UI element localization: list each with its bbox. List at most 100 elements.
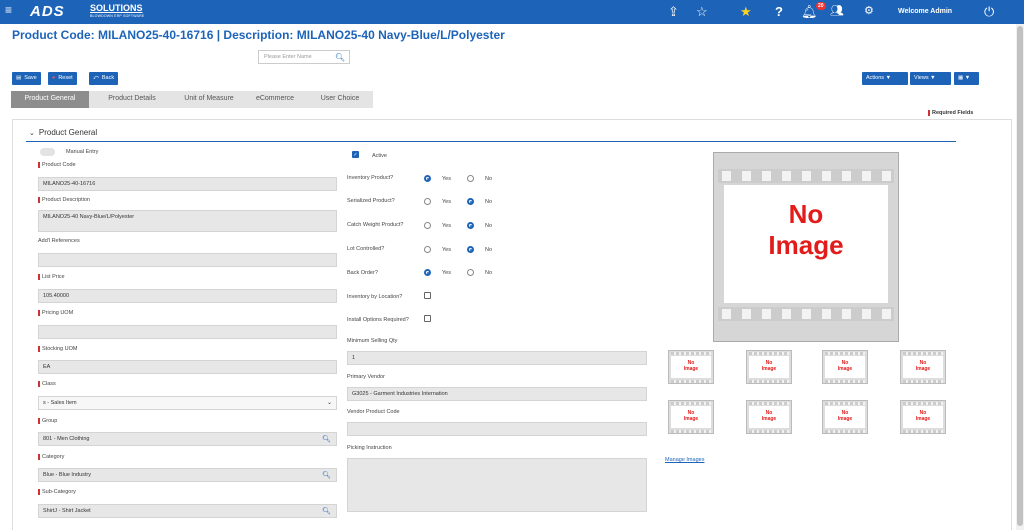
serialized-product-no-radio[interactable] — [467, 198, 474, 205]
back-order-yes-radio[interactable] — [424, 269, 431, 276]
lot-controlled-no-radio[interactable] — [467, 246, 474, 253]
category-field[interactable]: Blue - Blue Industry 🔍︎ — [38, 468, 337, 482]
caret-down-icon: ▼ — [885, 75, 892, 81]
no-image-line2: Image — [837, 366, 853, 372]
primary-vendor-field[interactable]: G3025 - Garment Industries Internation — [347, 387, 647, 401]
minimum-selling-qty-field[interactable]: 1 — [347, 351, 647, 365]
help-icon[interactable]: ? — [775, 4, 783, 19]
inventory-product-yes-radio[interactable] — [424, 175, 431, 182]
search-icon[interactable]: 🔍︎ — [322, 435, 331, 443]
power-icon[interactable]: ⏻ — [984, 4, 994, 20]
inventory-product-no-radio[interactable] — [467, 175, 474, 182]
section-title: Product General — [38, 128, 98, 137]
welcome-user[interactable]: Welcome Admin — [898, 8, 952, 15]
inventory-by-location-checkbox[interactable] — [424, 292, 431, 299]
addl-references-field[interactable] — [38, 253, 337, 267]
logo-sub: SOLUTIONS — [90, 3, 143, 13]
primary-vendor-label: Primary Vendor — [347, 374, 385, 380]
tab-product-details[interactable]: Product Details — [89, 91, 175, 108]
save-icon: ▤ — [16, 75, 22, 81]
catch-weight-no-radio[interactable] — [467, 222, 474, 229]
users-icon[interactable]: 👥︎ — [830, 4, 844, 17]
thumbnail-image[interactable]: No Image — [668, 350, 714, 384]
no-image-placeholder: No Image — [724, 185, 888, 303]
install-options-label: Install Options Required? — [347, 317, 409, 323]
class-value: s - Sales Item — [43, 400, 77, 406]
lot-controlled-label: Lot Controlled? — [347, 246, 385, 252]
tab-unit-of-measure[interactable]: Unit of Measure — [175, 91, 243, 108]
settings-gear-icon[interactable]: ⚙ — [864, 4, 874, 17]
thumbnail-image[interactable]: No Image — [746, 400, 792, 434]
manual-entry-label: Manual Entry — [66, 149, 99, 155]
page-scrollbar[interactable] — [1016, 24, 1024, 530]
class-select[interactable]: s - Sales Item ⌄ — [38, 396, 337, 410]
yes-label: Yes — [442, 247, 451, 253]
required-fields-note: Required Fields — [928, 110, 973, 116]
back-order-no-radio[interactable] — [467, 269, 474, 276]
search-icon[interactable]: 🔍︎ — [322, 507, 331, 515]
picking-instruction-label: Picking Instruction — [347, 445, 392, 451]
category-label: Category — [38, 454, 64, 460]
tab-ecommerce[interactable]: eCommerce — [243, 91, 307, 108]
product-description-field[interactable]: MILANO25-40 Navy-Blue/L/Polyester — [38, 210, 337, 232]
thumbnail-image[interactable]: No Image — [822, 350, 868, 384]
product-code-field[interactable]: MILANO25-40-16716 — [38, 177, 337, 191]
save-button[interactable]: ▤ Save — [12, 72, 41, 85]
pricing-uom-field[interactable] — [38, 325, 337, 339]
tab-user-choice[interactable]: User Choice — [307, 91, 373, 108]
top-nav-bar: ≡ ADS SOLUTIONS BLOWDOWN ERP SOFTWARE ⇪ … — [0, 0, 1024, 24]
yes-label: Yes — [442, 176, 451, 182]
inventory-product-label: Inventory Product? — [347, 175, 394, 181]
active-checkbox[interactable]: ✓ — [352, 151, 359, 158]
list-price-field[interactable]: 105.40000 — [38, 289, 337, 303]
yes-label: Yes — [442, 199, 451, 205]
manage-images-link[interactable]: Manage Images — [665, 457, 704, 463]
page-title: Product Code: MILANO25-40-16716 | Descri… — [12, 28, 505, 42]
product-code-label: Product Code — [38, 162, 76, 168]
save-label: Save — [24, 75, 37, 81]
product-description-label: Product Description — [38, 197, 90, 203]
views-dropdown[interactable]: Views ▼ — [910, 72, 951, 85]
bookmark-star-icon[interactable]: ☆ — [696, 4, 708, 20]
search-icon[interactable]: 🔍︎ — [322, 471, 331, 479]
no-label: No — [485, 223, 493, 229]
calendar-icon: ▦ — [958, 75, 964, 81]
search-input[interactable]: Please Enter Name 🔍︎ — [258, 50, 350, 64]
actions-dropdown[interactable]: Actions ▼ — [862, 72, 908, 85]
caret-down-icon: ▼ — [930, 75, 936, 81]
thumbnail-image[interactable]: No Image — [900, 400, 946, 434]
group-field[interactable]: 801 - Men Clothing 🔍︎ — [38, 432, 337, 446]
search-placeholder: Please Enter Name — [264, 54, 312, 60]
share-icon[interactable]: ⇪ — [668, 4, 679, 20]
no-image-line2: Image — [683, 416, 699, 422]
reset-button[interactable]: ● Reset — [48, 72, 77, 85]
stocking-uom-field[interactable]: EA — [38, 360, 337, 374]
notification-badge: 20 — [816, 2, 826, 10]
thumbnail-image[interactable]: No Image — [900, 350, 946, 384]
vendor-product-code-label: Vendor Product Code — [347, 409, 400, 415]
subcategory-field[interactable]: ShirtJ - Shirt Jacket 🔍︎ — [38, 504, 337, 518]
thumbnail-image[interactable]: No Image — [822, 400, 868, 434]
favorite-star-icon[interactable]: ★ — [740, 4, 752, 20]
subcategory-value: ShirtJ - Shirt Jacket — [43, 508, 91, 514]
search-icon[interactable]: 🔍︎ — [335, 53, 345, 62]
tab-product-general[interactable]: Product General — [11, 91, 89, 108]
company-logo[interactable]: ADS SOLUTIONS BLOWDOWN ERP SOFTWARE — [30, 3, 160, 20]
install-options-checkbox[interactable] — [424, 315, 431, 322]
manual-entry-toggle[interactable] — [40, 148, 55, 156]
lot-controlled-yes-radio[interactable] — [424, 246, 431, 253]
thumbnail-image[interactable]: No Image — [746, 350, 792, 384]
section-header[interactable]: ⌄ Product General — [29, 128, 97, 137]
vendor-product-code-field[interactable] — [347, 422, 647, 436]
catch-weight-yes-radio[interactable] — [424, 222, 431, 229]
serialized-product-yes-radio[interactable] — [424, 198, 431, 205]
no-label: No — [485, 176, 493, 182]
thumbnail-image[interactable]: No Image — [668, 400, 714, 434]
main-product-image[interactable]: No Image — [713, 152, 899, 342]
hamburger-menu-icon[interactable]: ≡ — [5, 3, 12, 17]
layout-dropdown[interactable]: ▦ ▼ — [954, 72, 979, 85]
back-button[interactable]: ⤺ Back — [89, 72, 119, 85]
picking-instruction-textarea[interactable] — [347, 458, 647, 512]
inventory-by-location-label: Inventory by Location? — [347, 294, 403, 300]
category-value: Blue - Blue Industry — [43, 472, 91, 478]
